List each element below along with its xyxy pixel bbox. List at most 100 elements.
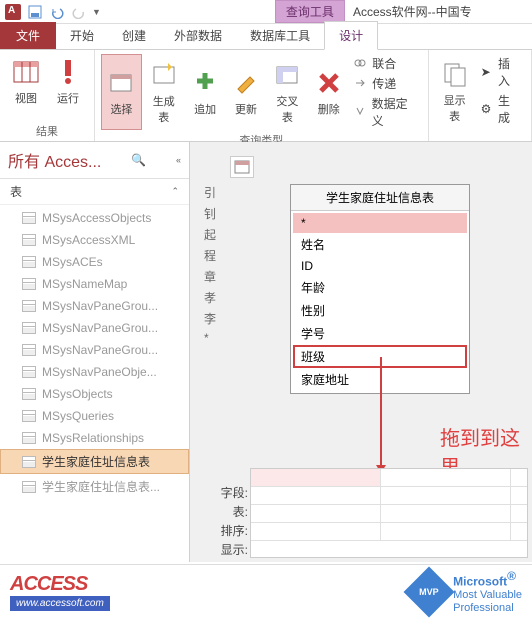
grid-cell[interactable] xyxy=(381,505,511,522)
tab-start[interactable]: 开始 xyxy=(56,22,108,49)
grid-cell[interactable] xyxy=(381,469,511,486)
union-icon xyxy=(354,57,368,71)
run-icon xyxy=(52,56,84,88)
ribbon-group-results: 视图 运行 结果 xyxy=(0,50,95,141)
append-button[interactable]: 追加 xyxy=(186,54,225,130)
maketable-icon xyxy=(148,59,180,91)
nav-item[interactable]: MSysRelationships xyxy=(0,427,189,449)
ribbon-group-querytype: 选择 生成表 追加 更新 交叉表 删除 联合 xyxy=(95,50,429,141)
insert-row-button[interactable]: ➤插入 xyxy=(477,54,525,90)
nav-section-tables[interactable]: 表 ⌃ xyxy=(0,179,189,205)
title-bar: ▼ 查询工具 Access软件网--中国专 xyxy=(0,0,532,24)
table-icon xyxy=(22,432,36,444)
ribbon: 视图 运行 结果 选择 生成表 追加 更新 xyxy=(0,50,532,142)
maketable-button[interactable]: 生成表 xyxy=(144,54,184,130)
datadef-button[interactable]: 数据定义 xyxy=(350,94,421,130)
query-grid-labels: 字段: 表: 排序: 显示: xyxy=(204,484,248,558)
passthrough-icon xyxy=(354,77,368,91)
table-icon xyxy=(22,300,36,312)
field-item[interactable]: ID xyxy=(293,256,467,276)
table-icon xyxy=(22,366,36,378)
select-icon xyxy=(105,67,137,99)
table-icon xyxy=(22,212,36,224)
run-button[interactable]: 运行 xyxy=(48,54,88,108)
nav-item[interactable]: MSysAccessObjects xyxy=(0,207,189,229)
undo-icon[interactable] xyxy=(48,3,66,21)
table-icon xyxy=(22,344,36,356)
grid-cell-field[interactable] xyxy=(251,469,381,486)
nav-item[interactable]: MSysNavPaneGrou... xyxy=(0,295,189,317)
table-icon xyxy=(22,410,36,422)
mvp-logo: MVP Microsoft® Most Valuable Professiona… xyxy=(411,569,522,615)
query-design-surface[interactable]: 引 钊 起 程 章 孝 李 * 学生家庭住址信息表 * 姓名 ID 年龄 性别 … xyxy=(190,142,532,562)
nav-item[interactable]: MSysNameMap xyxy=(0,273,189,295)
nav-item[interactable]: MSysObjects xyxy=(0,383,189,405)
update-button[interactable]: 更新 xyxy=(227,54,266,130)
nav-item[interactable]: MSysNavPaneGrou... xyxy=(0,339,189,361)
section-collapse-icon[interactable]: ⌃ xyxy=(171,186,179,197)
table-icon xyxy=(22,234,36,246)
ribbon-group-setup: 显示表 ➤插入 ⚙生成 xyxy=(429,50,532,141)
nav-header[interactable]: 所有 Acces... 🔍 « xyxy=(0,142,189,179)
append-icon xyxy=(189,67,221,99)
app-icon[interactable] xyxy=(4,3,22,21)
view-button[interactable]: 视图 xyxy=(6,54,46,108)
tab-design[interactable]: 设计 xyxy=(324,21,378,50)
build-icon: ⚙ xyxy=(481,102,494,116)
nav-item[interactable]: MSysQueries xyxy=(0,405,189,427)
mvp-badge-icon: MVP xyxy=(404,567,455,618)
nav-item[interactable]: MSysNavPaneGrou... xyxy=(0,317,189,339)
table-icon xyxy=(22,388,36,400)
datadef-icon xyxy=(354,105,367,119)
build-row-button[interactable]: ⚙生成 xyxy=(477,91,525,127)
delete-button[interactable]: 删除 xyxy=(309,54,348,130)
nav-item[interactable]: MSysACEs xyxy=(0,251,189,273)
delete-icon xyxy=(313,67,345,99)
tab-external[interactable]: 外部数据 xyxy=(160,22,236,49)
tab-create[interactable]: 创建 xyxy=(108,22,160,49)
field-item[interactable]: 性别 xyxy=(293,299,467,322)
field-item[interactable]: 姓名 xyxy=(293,233,467,256)
navigation-pane: 所有 Acces... 🔍 « 表 ⌃ MSysAccessObjects MS… xyxy=(0,142,190,562)
crosstab-button[interactable]: 交叉表 xyxy=(267,54,307,130)
side-column: 引 钊 起 程 章 孝 李 * xyxy=(204,184,220,345)
showtable-button[interactable]: 显示表 xyxy=(435,54,475,127)
footer-watermark: ACCESS www.accessoft.com MVP Microsoft® … xyxy=(0,564,532,619)
select-query-button[interactable]: 选择 xyxy=(101,54,142,130)
insert-row-icon: ➤ xyxy=(481,65,494,79)
field-list-title: 学生家庭住址信息表 xyxy=(291,185,469,211)
nav-collapse-icon[interactable]: « xyxy=(176,155,181,165)
nav-item[interactable]: MSysAccessXML xyxy=(0,229,189,251)
search-icon[interactable]: 🔍 xyxy=(131,153,146,167)
passthrough-button[interactable]: 传递 xyxy=(350,74,421,93)
grid-cell-show[interactable] xyxy=(251,523,381,540)
table-icon xyxy=(22,456,36,468)
row-ops-list: ➤插入 ⚙生成 xyxy=(477,54,525,127)
field-item[interactable]: 学号 xyxy=(293,322,467,345)
access-logo: ACCESS www.accessoft.com xyxy=(10,573,110,611)
nav-item-selected[interactable]: 学生家庭住址信息表 xyxy=(0,449,189,474)
redo-icon[interactable] xyxy=(70,3,88,21)
field-item-all[interactable]: * xyxy=(293,213,467,233)
nav-item[interactable]: MSysNavPaneObje... xyxy=(0,361,189,383)
grid-cell[interactable] xyxy=(381,523,511,540)
grid-cell[interactable] xyxy=(381,487,511,504)
union-button[interactable]: 联合 xyxy=(350,54,421,73)
query-design-grid[interactable] xyxy=(250,468,528,558)
ribbon-tabs: 文件 开始 创建 外部数据 数据库工具 设计 xyxy=(0,24,532,50)
save-icon[interactable] xyxy=(26,3,44,21)
window-title: Access软件网--中国专 xyxy=(353,3,472,20)
grid-cell-sort[interactable] xyxy=(251,505,381,522)
quick-access-toolbar: ▼ xyxy=(0,3,105,21)
qat-dropdown-icon[interactable]: ▼ xyxy=(92,7,101,17)
update-icon xyxy=(230,67,262,99)
table-icon xyxy=(22,278,36,290)
crosstab-icon xyxy=(271,59,303,91)
context-tab-label: 查询工具 xyxy=(275,0,345,23)
grid-cell-table[interactable] xyxy=(251,487,381,504)
document-tab-icon[interactable] xyxy=(230,156,254,178)
tab-file[interactable]: 文件 xyxy=(0,22,56,49)
nav-item[interactable]: 学生家庭住址信息表... xyxy=(0,474,189,499)
tab-dbtools[interactable]: 数据库工具 xyxy=(236,22,324,49)
field-item[interactable]: 年龄 xyxy=(293,276,467,299)
